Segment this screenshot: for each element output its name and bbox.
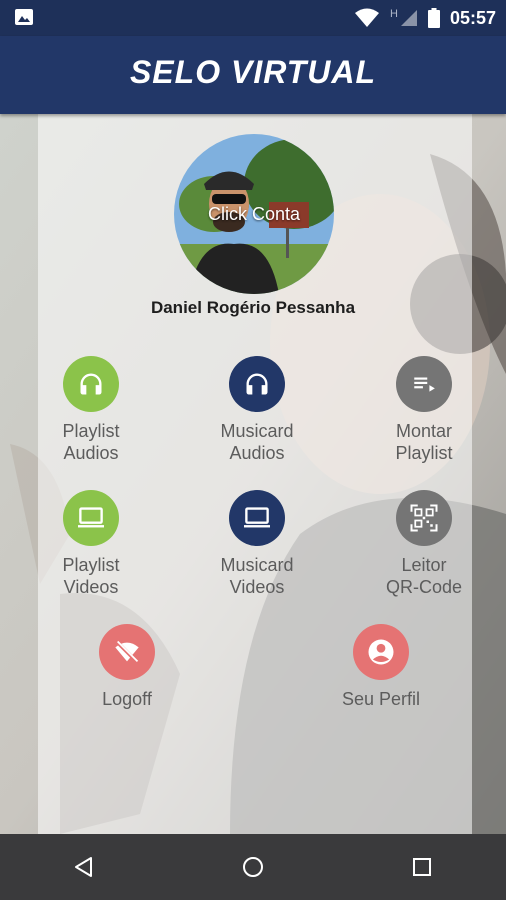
laptop-icon — [244, 507, 270, 528]
home-button[interactable] — [223, 847, 283, 887]
button-label: Logoff — [102, 689, 152, 709]
button-label: Montar Playlist — [395, 421, 453, 463]
battery-icon — [427, 8, 440, 28]
playlist-add-icon — [414, 377, 435, 392]
playlist-audios-button[interactable]: Playlist Audios — [31, 356, 151, 464]
app-bar: SELO VIRTUAL — [0, 36, 506, 114]
app-title: SELO VIRTUAL — [129, 54, 377, 90]
playlist-videos-button[interactable]: Playlist Videos — [31, 490, 151, 598]
qr-code-icon — [410, 504, 438, 532]
home-icon — [242, 857, 263, 877]
wifi-icon — [355, 8, 379, 27]
logoff-button[interactable]: Logoff — [67, 624, 187, 710]
montar-playlist-button[interactable]: Montar Playlist — [364, 356, 484, 464]
avatar-label: Click Conta — [207, 204, 301, 224]
button-label: Playlist Videos — [62, 555, 120, 597]
musicard-videos-button[interactable]: Musicard Videos — [197, 490, 317, 598]
back-button[interactable] — [54, 847, 114, 887]
button-circle — [99, 624, 155, 680]
recents-icon — [412, 858, 431, 876]
laptop-icon — [78, 507, 104, 528]
button-circle — [353, 624, 409, 680]
headphones-icon — [246, 373, 268, 395]
user-name: Daniel Rogério Pessanha — [150, 298, 356, 317]
button-circle — [229, 356, 285, 412]
status-icons: H 05:57 — [354, 0, 496, 36]
back-icon — [75, 857, 93, 877]
button-label: Seu Perfil — [341, 689, 421, 709]
button-label: Leitor QR-Code — [385, 555, 463, 597]
avatar[interactable]: Click Conta — [174, 134, 334, 294]
button-circle — [396, 490, 452, 546]
recents-button[interactable] — [392, 847, 452, 887]
button-label: Musicard Videos — [220, 555, 294, 597]
button-label: Playlist Audios — [62, 421, 120, 463]
wifi-off-icon — [115, 640, 139, 664]
button-circle — [229, 490, 285, 546]
musicard-audios-button[interactable]: Musicard Audios — [197, 356, 317, 464]
qr-code-reader-button[interactable]: Leitor QR-Code — [364, 490, 484, 598]
signal-letter: H — [390, 8, 398, 20]
button-label: Musicard Audios — [220, 421, 294, 463]
navigation-bar — [0, 834, 506, 900]
status-bar: H 05:57 — [0, 0, 506, 36]
my-profile-button[interactable]: Seu Perfil — [321, 624, 441, 710]
account-circle-icon — [368, 639, 394, 665]
cell-signal-icon — [400, 10, 417, 26]
headphones-icon — [80, 373, 102, 395]
image-icon — [15, 9, 33, 25]
main-content: Click Conta Daniel Rogério Pessanha Play… — [0, 114, 506, 834]
button-circle — [63, 356, 119, 412]
button-circle — [396, 356, 452, 412]
clock: 05:57 — [449, 7, 496, 28]
button-circle — [63, 490, 119, 546]
